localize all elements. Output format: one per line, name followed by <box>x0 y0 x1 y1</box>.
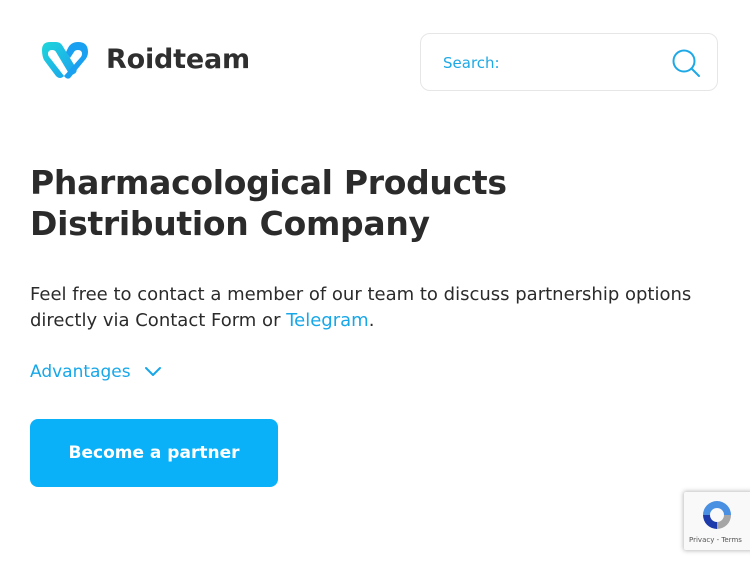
search-input[interactable] <box>443 51 653 75</box>
page: Roidteam Pharmacological Products Distri… <box>0 0 750 563</box>
recaptcha-privacy-link[interactable]: Privacy <box>689 536 714 544</box>
heart-link-icon <box>42 42 88 79</box>
recaptcha-badge[interactable]: Privacy - Terms <box>684 492 750 550</box>
page-title-line-2: Distribution Company <box>30 204 430 243</box>
search-icon[interactable] <box>671 48 701 78</box>
recaptcha-icon <box>703 501 731 529</box>
intro-paragraph: Feel free to contact a member of our tea… <box>30 282 720 334</box>
advantages-label: Advantages <box>30 362 131 382</box>
page-title-line-1: Pharmacological Products <box>30 163 507 202</box>
chevron-down-icon <box>144 367 161 376</box>
recaptcha-links: Privacy - Terms <box>689 536 742 544</box>
become-partner-button[interactable]: Become a partner <box>30 419 278 487</box>
brand-logo-link[interactable]: Roidteam <box>36 38 250 80</box>
page-title: Pharmacological Products Distribution Co… <box>30 162 670 244</box>
brand-name: Roidteam <box>106 43 250 75</box>
search-box <box>420 33 718 91</box>
telegram-link[interactable]: Telegram <box>286 310 368 331</box>
recaptcha-terms-link[interactable]: Terms <box>721 536 742 544</box>
intro-end: . <box>368 310 375 331</box>
advantages-toggle[interactable]: Advantages <box>30 362 162 382</box>
